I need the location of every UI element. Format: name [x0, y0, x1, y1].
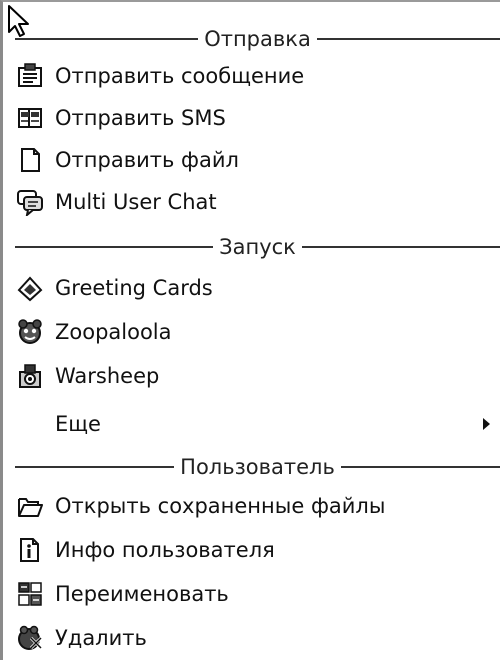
menu-item-user-info[interactable]: Инфо пользователя: [15, 530, 500, 570]
section-header-launch: Запуск: [15, 232, 500, 262]
menu-item-delete[interactable]: Удалить: [15, 618, 500, 658]
section-title-launch: Запуск: [219, 235, 296, 259]
rename-icon: [15, 579, 45, 609]
menu-item-send-file[interactable]: Отправить файл: [15, 140, 500, 180]
zoopaloola-icon: [15, 317, 45, 347]
menu-item-label: Удалить: [55, 626, 147, 650]
folder-open-icon: [15, 491, 45, 521]
delete-icon: [15, 623, 45, 653]
menu-item-label: Инфо пользователя: [55, 538, 275, 562]
section-title-send: Отправка: [204, 27, 311, 51]
warsheep-icon: [15, 361, 45, 391]
section-header-user: Пользователь: [15, 452, 500, 482]
context-menu: Отправка Отправить сообщение Отправить S…: [0, 0, 500, 660]
menu-item-label: Открыть сохраненные файлы: [55, 494, 386, 518]
greeting-cards-icon: [15, 273, 45, 303]
menu-item-multi-user-chat[interactable]: Multi User Chat: [15, 182, 500, 222]
menu-item-rename[interactable]: Переименовать: [15, 574, 500, 614]
menu-item-label: Отправить SMS: [55, 106, 226, 130]
menu-item-send-sms[interactable]: Отправить SMS: [15, 98, 500, 138]
menu-item-label: Переименовать: [55, 582, 229, 606]
menu-item-label: Multi User Chat: [55, 190, 217, 214]
message-icon: [15, 61, 45, 91]
menu-item-label: Warsheep: [55, 364, 160, 388]
menu-item-send-message[interactable]: Отправить сообщение: [15, 56, 500, 96]
menu-item-more[interactable]: Еще: [15, 404, 500, 444]
menu-item-warsheep[interactable]: Warsheep: [15, 356, 500, 396]
submenu-arrow-icon: [483, 418, 490, 430]
section-header-send: Отправка: [15, 24, 500, 54]
chat-icon: [15, 187, 45, 217]
menu-item-greeting-cards[interactable]: Greeting Cards: [15, 268, 500, 308]
menu-item-open-saved-files[interactable]: Открыть сохраненные файлы: [15, 486, 500, 526]
menu-item-label: Отправить файл: [55, 148, 239, 172]
menu-item-label: Zoopaloola: [55, 320, 172, 344]
menu-item-label: Greeting Cards: [55, 276, 213, 300]
file-icon: [15, 145, 45, 175]
menu-item-label: Отправить сообщение: [55, 64, 305, 88]
info-icon: [15, 535, 45, 565]
menu-item-zoopaloola[interactable]: Zoopaloola: [15, 312, 500, 352]
sms-icon: [15, 103, 45, 133]
menu-item-label: Еще: [55, 412, 101, 436]
section-title-user: Пользователь: [180, 455, 335, 479]
